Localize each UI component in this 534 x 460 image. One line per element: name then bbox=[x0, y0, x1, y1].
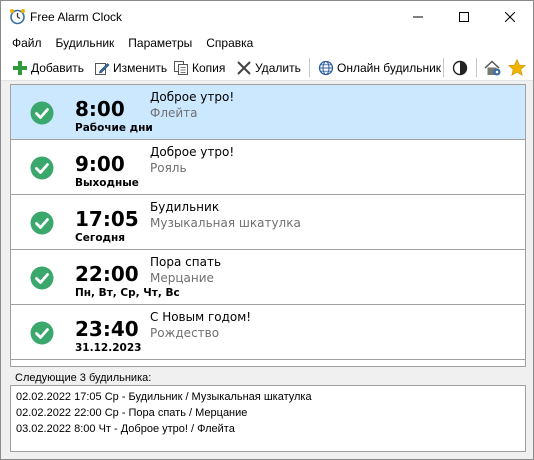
edit-label: Изменить bbox=[113, 60, 168, 75]
home-settings-button[interactable] bbox=[484, 56, 502, 79]
online-alarm-label: Онлайн будильник bbox=[337, 60, 442, 75]
close-button[interactable] bbox=[487, 1, 533, 32]
alarm-sound: Рояль bbox=[150, 161, 187, 175]
star-icon bbox=[508, 59, 526, 76]
alarm-time: 22:00 bbox=[75, 262, 139, 286]
alarm-label: Пора спать bbox=[150, 255, 222, 269]
alarm-row[interactable]: 9:00 Выходные Доброе утро! Рояль bbox=[11, 140, 525, 195]
next-alarms-caption: Следующие 3 будильника: bbox=[15, 372, 152, 384]
add-label: Добавить bbox=[31, 60, 85, 75]
app-window: Free Alarm Clock Файл Будильник Параметр… bbox=[0, 0, 534, 460]
next-alarm-item: 03.02.2022 8:00 Чт - Доброе утро! / Флей… bbox=[16, 423, 235, 435]
alarm-label: Доброе утро! bbox=[150, 145, 235, 159]
alarm-days: 31.12.2023 bbox=[75, 342, 142, 354]
check-circle-icon[interactable] bbox=[30, 156, 54, 180]
x-icon bbox=[237, 60, 251, 75]
alarm-sound: Мерцание bbox=[150, 271, 214, 285]
toolbar-separator bbox=[309, 58, 310, 77]
delete-label: Удалить bbox=[255, 60, 301, 75]
check-circle-icon[interactable] bbox=[30, 101, 54, 125]
alarm-row[interactable]: 22:00 Пн, Вт, Ср, Чт, Вс Пора спать Мерц… bbox=[11, 250, 525, 305]
window-title: Free Alarm Clock bbox=[30, 10, 123, 24]
alarm-days: Рабочие дни bbox=[75, 122, 153, 134]
plus-icon bbox=[13, 60, 27, 75]
contrast-icon bbox=[452, 60, 468, 75]
copy-button[interactable]: Копия bbox=[173, 56, 225, 79]
menu-file[interactable]: Файл bbox=[5, 32, 49, 54]
next-alarms-list[interactable]: 02.02.2022 17:05 Ср - Будильник / Музыка… bbox=[10, 385, 526, 452]
maximize-icon bbox=[459, 11, 469, 22]
pencil-icon bbox=[95, 62, 110, 75]
add-button[interactable]: Добавить bbox=[12, 56, 84, 79]
edit-button[interactable]: Изменить bbox=[94, 56, 167, 79]
copy-icon bbox=[174, 60, 188, 75]
alarm-label: Будильник bbox=[150, 200, 220, 214]
alarm-time: 17:05 bbox=[75, 207, 139, 231]
menu-help[interactable]: Справка bbox=[199, 32, 260, 54]
alarm-time: 9:00 bbox=[75, 152, 125, 176]
close-icon bbox=[505, 11, 515, 22]
alarm-sound: Рождество bbox=[150, 326, 220, 340]
alarm-days: Пн, Вт, Ср, Чт, Вс bbox=[75, 287, 180, 299]
toolbar: Добавить Изменить Копия Удалить Онлайн б… bbox=[1, 54, 533, 81]
alarm-sound: Флейта bbox=[150, 106, 198, 120]
toolbar-separator bbox=[476, 58, 477, 77]
check-circle-icon[interactable] bbox=[30, 266, 54, 290]
minimize-icon bbox=[413, 16, 423, 17]
home-settings-icon bbox=[484, 59, 501, 75]
toolbar-separator bbox=[443, 58, 444, 77]
online-alarm-button[interactable]: Онлайн будильник bbox=[318, 56, 441, 79]
maximize-button[interactable] bbox=[441, 1, 487, 32]
alarm-sound: Музыкальная шкатулка bbox=[150, 216, 301, 230]
favorite-button[interactable] bbox=[508, 56, 526, 79]
title-bar[interactable]: Free Alarm Clock bbox=[1, 1, 533, 32]
alarm-label: Доброе утро! bbox=[150, 90, 235, 104]
alarm-time: 23:40 bbox=[75, 317, 139, 341]
globe-icon bbox=[318, 60, 334, 75]
copy-label: Копия bbox=[192, 60, 226, 75]
theme-button[interactable] bbox=[452, 56, 468, 79]
delete-button[interactable]: Удалить bbox=[236, 56, 301, 79]
alarm-row[interactable]: 17:05 Сегодня Будильник Музыкальная шкат… bbox=[11, 195, 525, 250]
minimize-button[interactable] bbox=[395, 1, 441, 32]
alarm-clock-icon bbox=[10, 9, 25, 25]
alarm-list[interactable]: 8:00 Рабочие дни Доброе утро! Флейта 9:0… bbox=[10, 84, 526, 367]
menu-settings[interactable]: Параметры bbox=[121, 32, 199, 54]
alarm-time: 8:00 bbox=[75, 97, 125, 121]
check-circle-icon[interactable] bbox=[30, 321, 54, 345]
next-alarm-item: 02.02.2022 22:00 Ср - Пора спать / Мерца… bbox=[16, 407, 248, 419]
alarm-label: С Новым годом! bbox=[150, 310, 252, 324]
menu-alarm[interactable]: Будильник bbox=[49, 32, 122, 54]
check-circle-icon[interactable] bbox=[30, 211, 54, 235]
alarm-days: Выходные bbox=[75, 177, 139, 189]
menu-bar: Файл Будильник Параметры Справка bbox=[1, 32, 533, 54]
next-alarm-item: 02.02.2022 17:05 Ср - Будильник / Музыка… bbox=[16, 391, 312, 403]
alarm-row[interactable]: 23:40 31.12.2023 С Новым годом! Рождеств… bbox=[11, 305, 525, 360]
alarm-days: Сегодня bbox=[75, 232, 126, 244]
alarm-row[interactable]: 8:00 Рабочие дни Доброе утро! Флейта bbox=[11, 85, 525, 140]
